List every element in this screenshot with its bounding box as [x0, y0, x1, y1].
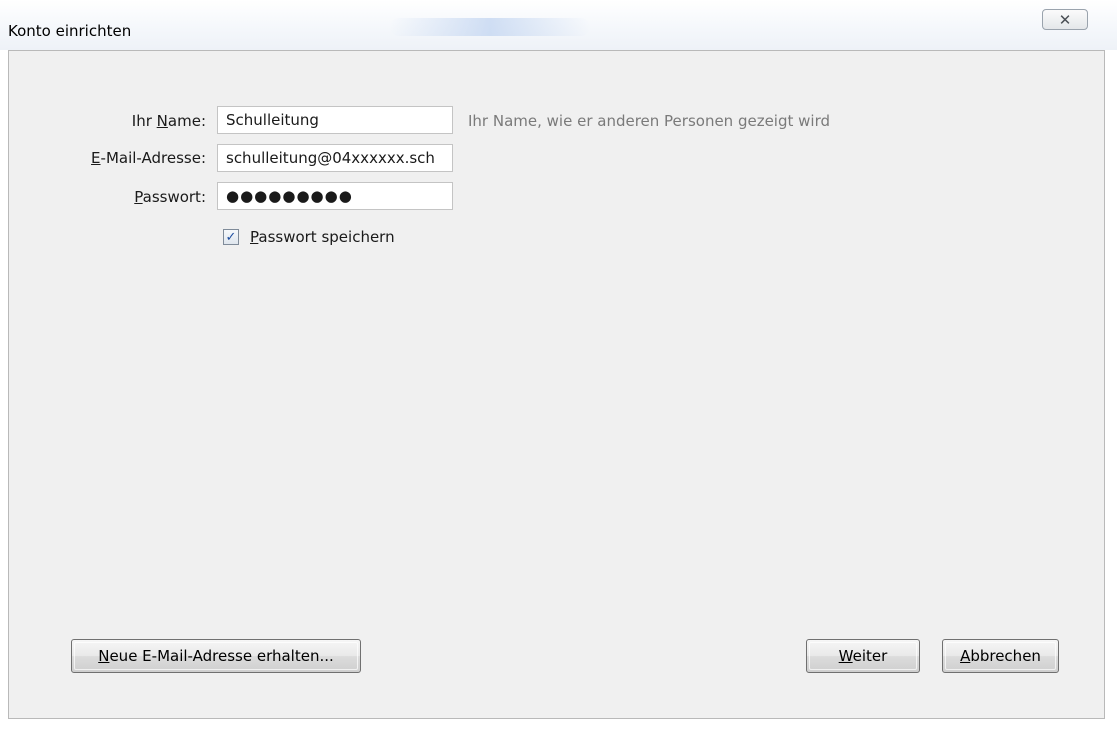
- name-input[interactable]: Schulleitung: [217, 106, 453, 134]
- email-input[interactable]: schulleitung@04xxxxxx.sch: [217, 144, 453, 172]
- new-email-button[interactable]: Neue E-Mail-Adresse erhalten...: [71, 639, 361, 673]
- password-input[interactable]: ●●●●●●●●●: [217, 182, 453, 210]
- email-label: E-Mail-Adresse:: [91, 149, 206, 167]
- title-bar-glow: [390, 18, 590, 36]
- name-label: Ihr Name:: [131, 112, 206, 130]
- save-password-checkbox[interactable]: ✓: [223, 229, 239, 245]
- next-button-label: Weiter: [838, 647, 888, 665]
- title-bar: Konto einrichten ✕: [0, 0, 1117, 50]
- save-password-label[interactable]: Passwort speichern: [250, 228, 395, 246]
- cancel-button-label: Abbrechen: [960, 647, 1041, 665]
- checkmark-icon: ✓: [225, 229, 237, 245]
- window-title: Konto einrichten: [8, 22, 132, 40]
- close-icon: ✕: [1058, 10, 1072, 29]
- name-hint: Ihr Name, wie er anderen Personen gezeig…: [468, 112, 830, 130]
- next-button[interactable]: Weiter: [806, 639, 920, 673]
- close-button[interactable]: ✕: [1042, 9, 1088, 30]
- cancel-button[interactable]: Abbrechen: [942, 639, 1059, 673]
- new-email-button-label: Neue E-Mail-Adresse erhalten...: [98, 647, 334, 665]
- password-label: Passwort:: [134, 188, 206, 206]
